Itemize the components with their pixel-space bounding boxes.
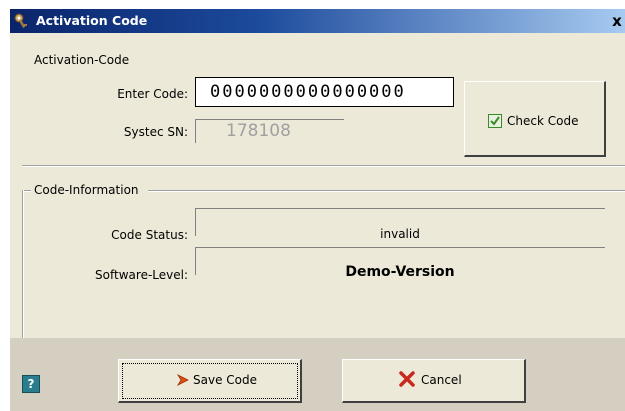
arrow-right-icon — [177, 374, 189, 386]
x-icon — [399, 371, 415, 387]
software-level-label: Software-Level: — [95, 268, 188, 282]
check-code-button[interactable]: Check Code — [464, 81, 606, 157]
save-code-label: Save Code — [193, 373, 257, 387]
question-icon[interactable]: ? — [22, 375, 40, 393]
window-title: Activation Code — [36, 13, 148, 28]
cancel-button[interactable]: Cancel — [342, 359, 526, 403]
info-group-border-left — [22, 190, 24, 338]
footer-bar — [10, 338, 625, 411]
check-code-label: Check Code — [507, 114, 579, 128]
group-separator — [22, 165, 625, 167]
info-group-label: Code-Information — [34, 183, 139, 197]
systec-sn-label: Systec SN: — [123, 125, 188, 139]
code-status-value: invalid — [380, 227, 420, 241]
software-level-value: Demo-Version — [345, 264, 455, 280]
activation-dialog: Activation Code x Activation-Code Enter … — [10, 9, 625, 411]
code-input[interactable]: 0000000000000000 — [195, 77, 454, 107]
title-bar: Activation Code x — [10, 9, 625, 33]
close-button[interactable]: x — [609, 13, 625, 29]
info-group-border-top-right — [148, 190, 625, 192]
systec-sn-field: 178108 — [195, 119, 344, 143]
key-icon — [14, 13, 27, 28]
save-code-button[interactable]: Save Code — [118, 359, 302, 403]
enter-code-label: Enter Code: — [117, 87, 188, 101]
code-status-label: Code Status: — [111, 228, 188, 242]
activation-group-label: Activation-Code — [34, 53, 130, 67]
cancel-label: Cancel — [421, 373, 462, 387]
checkbox-checked-icon — [488, 114, 502, 128]
